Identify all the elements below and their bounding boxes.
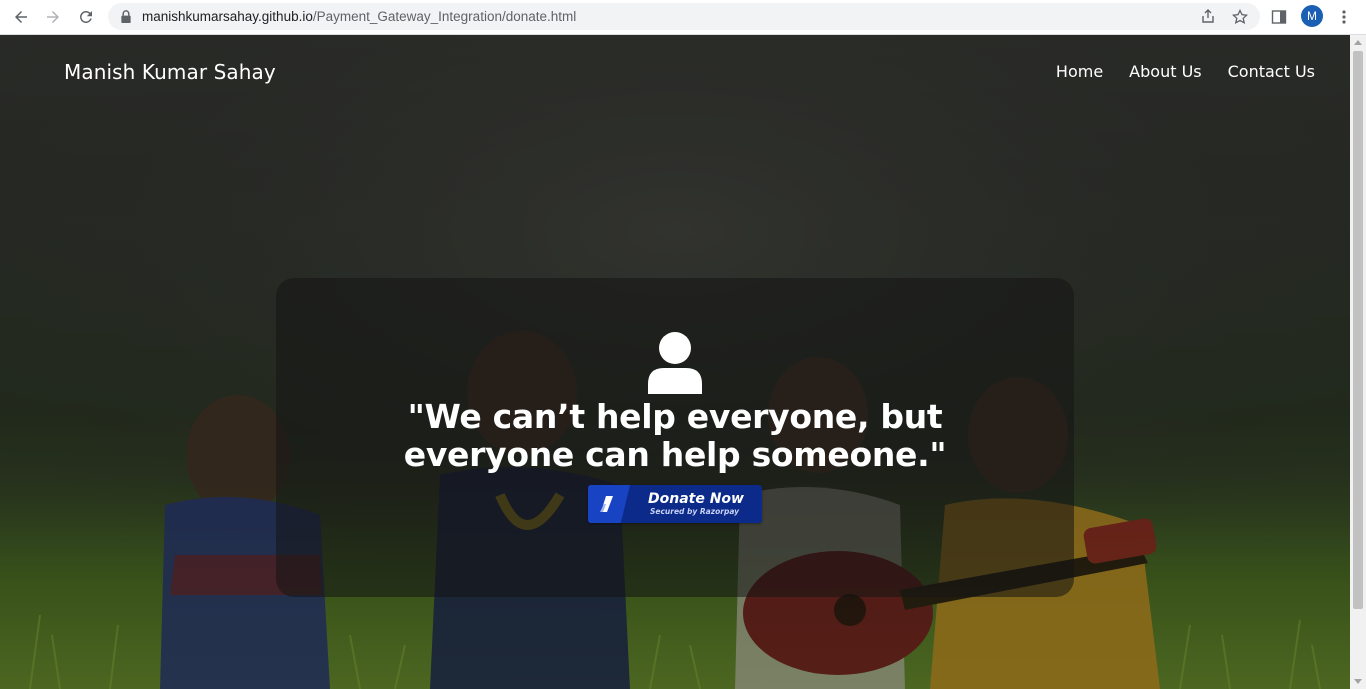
url-path: /Payment_Gateway_Integration/donate.html bbox=[312, 9, 577, 24]
bookmark-star-icon[interactable] bbox=[1232, 9, 1248, 25]
nav-about-us[interactable]: About Us bbox=[1129, 62, 1201, 81]
nav-home[interactable]: Home bbox=[1056, 62, 1103, 81]
scrollbar-thumb[interactable] bbox=[1353, 51, 1363, 609]
menu-kebab-icon[interactable] bbox=[1333, 6, 1355, 28]
url-host: manishkumarsahay.github.io bbox=[142, 9, 313, 24]
hero-quote: "We can’t help everyone, but everyone ca… bbox=[403, 397, 947, 474]
nav-contact-us[interactable]: Contact Us bbox=[1228, 62, 1315, 81]
scroll-up-icon[interactable] bbox=[1354, 40, 1362, 45]
reload-icon[interactable] bbox=[75, 6, 97, 28]
site-nav: Home About Us Contact Us bbox=[1056, 62, 1315, 81]
forward-icon[interactable] bbox=[42, 6, 64, 28]
site-brand[interactable]: Manish Kumar Sahay bbox=[64, 60, 276, 84]
donate-button-label: Donate Now bbox=[648, 491, 744, 507]
scroll-down-icon[interactable] bbox=[1354, 679, 1362, 684]
user-icon bbox=[648, 332, 702, 394]
browser-toolbar: manishkumarsahay.github.io/Payment_Gatew… bbox=[0, 0, 1366, 35]
address-bar[interactable]: manishkumarsahay.github.io/Payment_Gatew… bbox=[108, 3, 1260, 30]
url-text: manishkumarsahay.github.io/Payment_Gatew… bbox=[142, 9, 576, 24]
razorpay-logo-icon bbox=[588, 485, 630, 523]
share-icon[interactable] bbox=[1200, 9, 1216, 25]
page-scrollbar[interactable] bbox=[1350, 35, 1366, 689]
donate-card: "We can’t help everyone, but everyone ca… bbox=[276, 278, 1074, 597]
profile-avatar[interactable]: M bbox=[1301, 5, 1323, 27]
page-viewport: Manish Kumar Sahay Home About Us Contact… bbox=[0, 35, 1350, 689]
side-panel-icon[interactable] bbox=[1268, 6, 1290, 28]
back-icon[interactable] bbox=[10, 6, 32, 28]
donate-button-sublabel: Secured by Razorpay bbox=[650, 507, 740, 516]
lock-icon[interactable] bbox=[120, 10, 132, 23]
donate-now-button[interactable]: Donate Now Secured by Razorpay bbox=[588, 485, 762, 523]
